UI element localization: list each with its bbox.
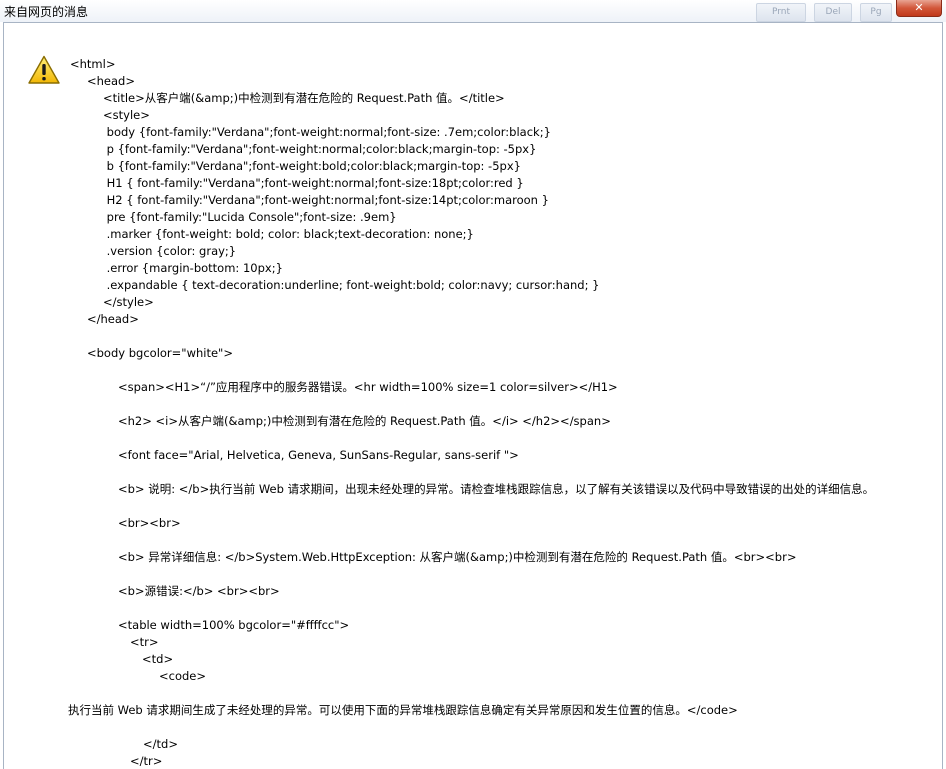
message-line: .marker {font-weight: bold; color: black…: [103, 227, 474, 241]
message-line: H1 { font-family:"Verdana";font-weight:n…: [103, 176, 524, 190]
message-line: <head>: [87, 74, 135, 88]
message-line: 执行当前 Web 请求期间生成了未经处理的异常。可以使用下面的异常堆栈跟踪信息确…: [68, 703, 738, 717]
message-line: <html>: [70, 57, 116, 71]
message-line: </head>: [87, 312, 139, 326]
message-line: b {font-family:"Verdana";font-weight:bol…: [103, 159, 521, 173]
message-line: .version {color: gray;}: [103, 244, 237, 258]
background-button: Pg: [860, 3, 892, 22]
message-line: <font face="Arial, Helvetica, Geneva, Su…: [118, 448, 519, 462]
background-button: Prnt: [756, 3, 806, 22]
message-line: <tr>: [130, 635, 159, 649]
message-line: <td>: [142, 652, 174, 666]
message-line: p {font-family:"Verdana";font-weight:nor…: [103, 142, 537, 156]
message-line: .expandable { text-decoration:underline;…: [103, 278, 600, 292]
message-line: <br><br>: [118, 516, 181, 530]
dialog-title: 来自网页的消息: [4, 5, 89, 19]
message-line: H2 { font-family:"Verdana";font-weight:n…: [103, 193, 549, 207]
background-window-buttons: Prnt Del Pg: [756, 3, 896, 22]
message-line: </td>: [143, 737, 178, 751]
warning-icon: [28, 55, 60, 84]
message-line: <body bgcolor="white">: [87, 346, 233, 360]
message-line: <title>从客户端(&amp;)中检测到有潜在危险的 Request.Pat…: [103, 91, 505, 105]
close-icon: ✕: [914, 1, 924, 14]
message-line: <table width=100% bgcolor="#ffffcc">: [118, 618, 350, 632]
background-button: Del: [814, 3, 852, 22]
message-line: <b> 说明: </b>执行当前 Web 请求期间，出现未经处理的异常。请检查堆…: [118, 482, 875, 496]
message-line: </style>: [103, 295, 154, 309]
message-line: </tr>: [130, 754, 163, 768]
close-button[interactable]: ✕: [896, 0, 942, 17]
message-line: <code>: [159, 669, 207, 683]
message-line: <style>: [103, 108, 150, 122]
message-line: .error {margin-bottom: 10px;}: [103, 261, 283, 275]
message-line: body {font-family:"Verdana";font-weight:…: [103, 125, 551, 139]
dialog-titlebar[interactable]: 来自网页的消息 Prnt Del Pg ✕: [0, 0, 946, 22]
message-line: <b> 异常详细信息: </b>System.Web.HttpException…: [118, 550, 797, 564]
message-line: <span><H1>“/”应用程序中的服务器错误。<hr width=100% …: [118, 380, 618, 394]
message-line: <h2> <i>从客户端(&amp;)中检测到有潜在危险的 Request.Pa…: [118, 414, 611, 428]
message-line: pre {font-family:"Lucida Console";font-s…: [103, 210, 397, 224]
message-line: <b>源错误:</b> <br><br>: [118, 584, 280, 598]
